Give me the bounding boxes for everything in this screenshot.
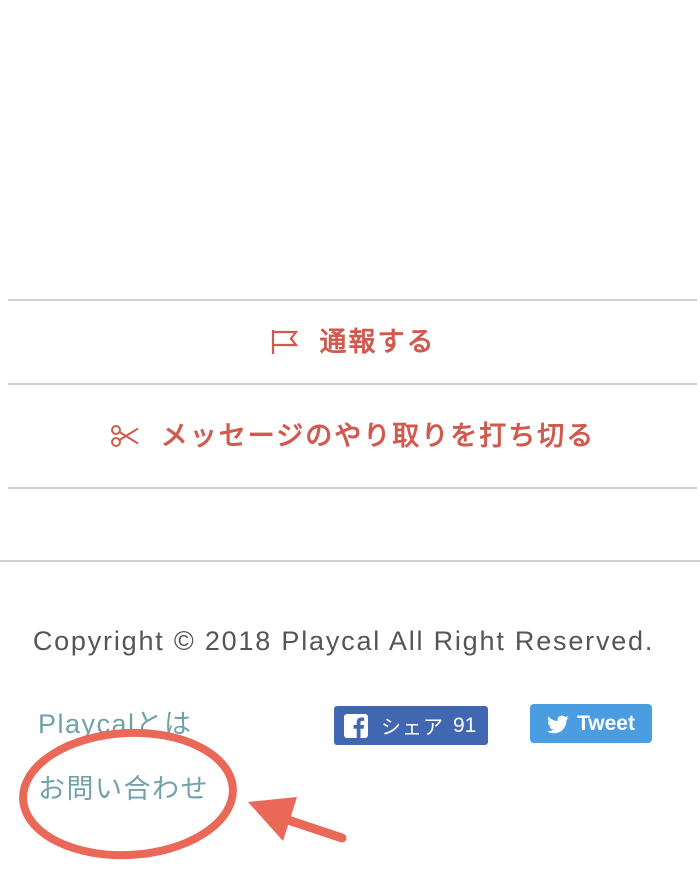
page: 通報する メッセージのやり取りを打ち切る Copyright © 2018 Pl… (0, 0, 700, 874)
facebook-share-button[interactable]: シェア 91 (334, 706, 488, 745)
copyright-text: Copyright © 2018 Playcal All Right Reser… (32, 626, 655, 656)
end-conversation-label: メッセージのやり取りを打ち切る (160, 420, 596, 452)
about-link[interactable]: Playcalとは (38, 709, 193, 739)
twitter-bird-icon (546, 715, 569, 733)
divider (8, 487, 697, 489)
contact-link[interactable]: お問い合わせ (38, 774, 209, 804)
end-conversation-button[interactable]: メッセージのやり取りを打ち切る (8, 385, 697, 487)
report-label: 通報する (319, 326, 436, 358)
scissors-icon (110, 425, 139, 447)
annotation-arrow (248, 797, 347, 843)
facebook-icon (344, 713, 368, 738)
tweet-label: Tweet (577, 711, 635, 735)
report-button[interactable]: 通報する (8, 301, 697, 383)
facebook-share-count: 91 (453, 713, 477, 737)
facebook-share-label: シェア (381, 715, 444, 739)
flag-icon (271, 330, 298, 354)
tweet-button[interactable]: Tweet (530, 704, 652, 743)
footer-divider (0, 560, 700, 562)
